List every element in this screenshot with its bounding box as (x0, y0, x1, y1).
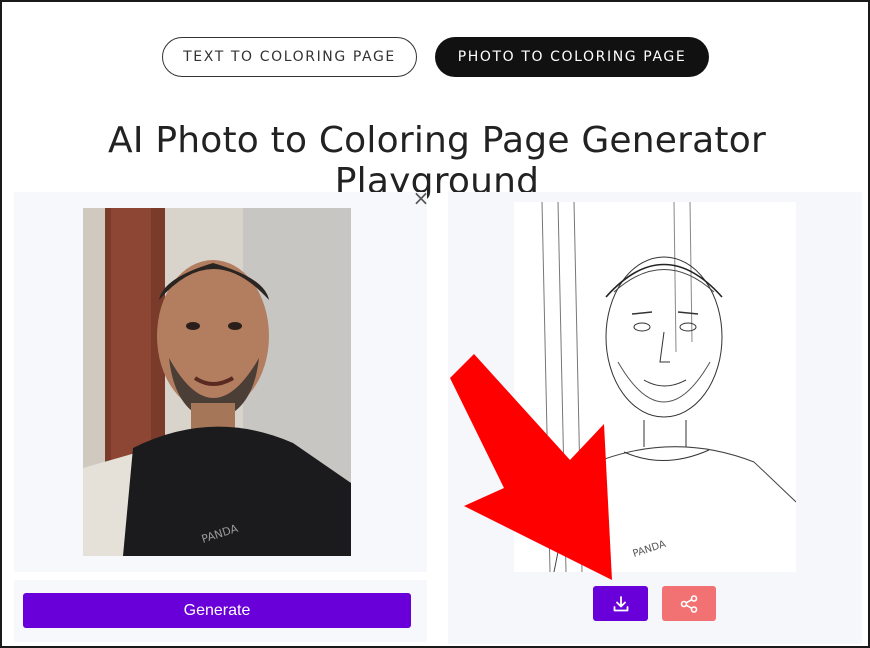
generated-coloring-page: PANDA (514, 202, 796, 572)
tab-text-to-coloring-page[interactable]: TEXT TO COLORING PAGE (162, 37, 417, 77)
download-button[interactable] (593, 586, 648, 621)
remove-photo-close-icon[interactable]: × (409, 186, 433, 210)
svg-text:PANDA: PANDA (632, 539, 668, 560)
uploaded-photo: PANDA (83, 208, 351, 556)
app-frame: TEXT TO COLORING PAGE PHOTO TO COLORING … (0, 0, 870, 648)
page-title: AI Photo to Coloring Page Generator Play… (108, 120, 766, 202)
generate-button[interactable]: Generate (23, 593, 411, 628)
share-icon (680, 594, 698, 613)
download-icon (613, 595, 628, 611)
tab-photo-to-coloring-page[interactable]: PHOTO TO COLORING PAGE (435, 37, 709, 77)
share-button[interactable] (662, 586, 716, 621)
